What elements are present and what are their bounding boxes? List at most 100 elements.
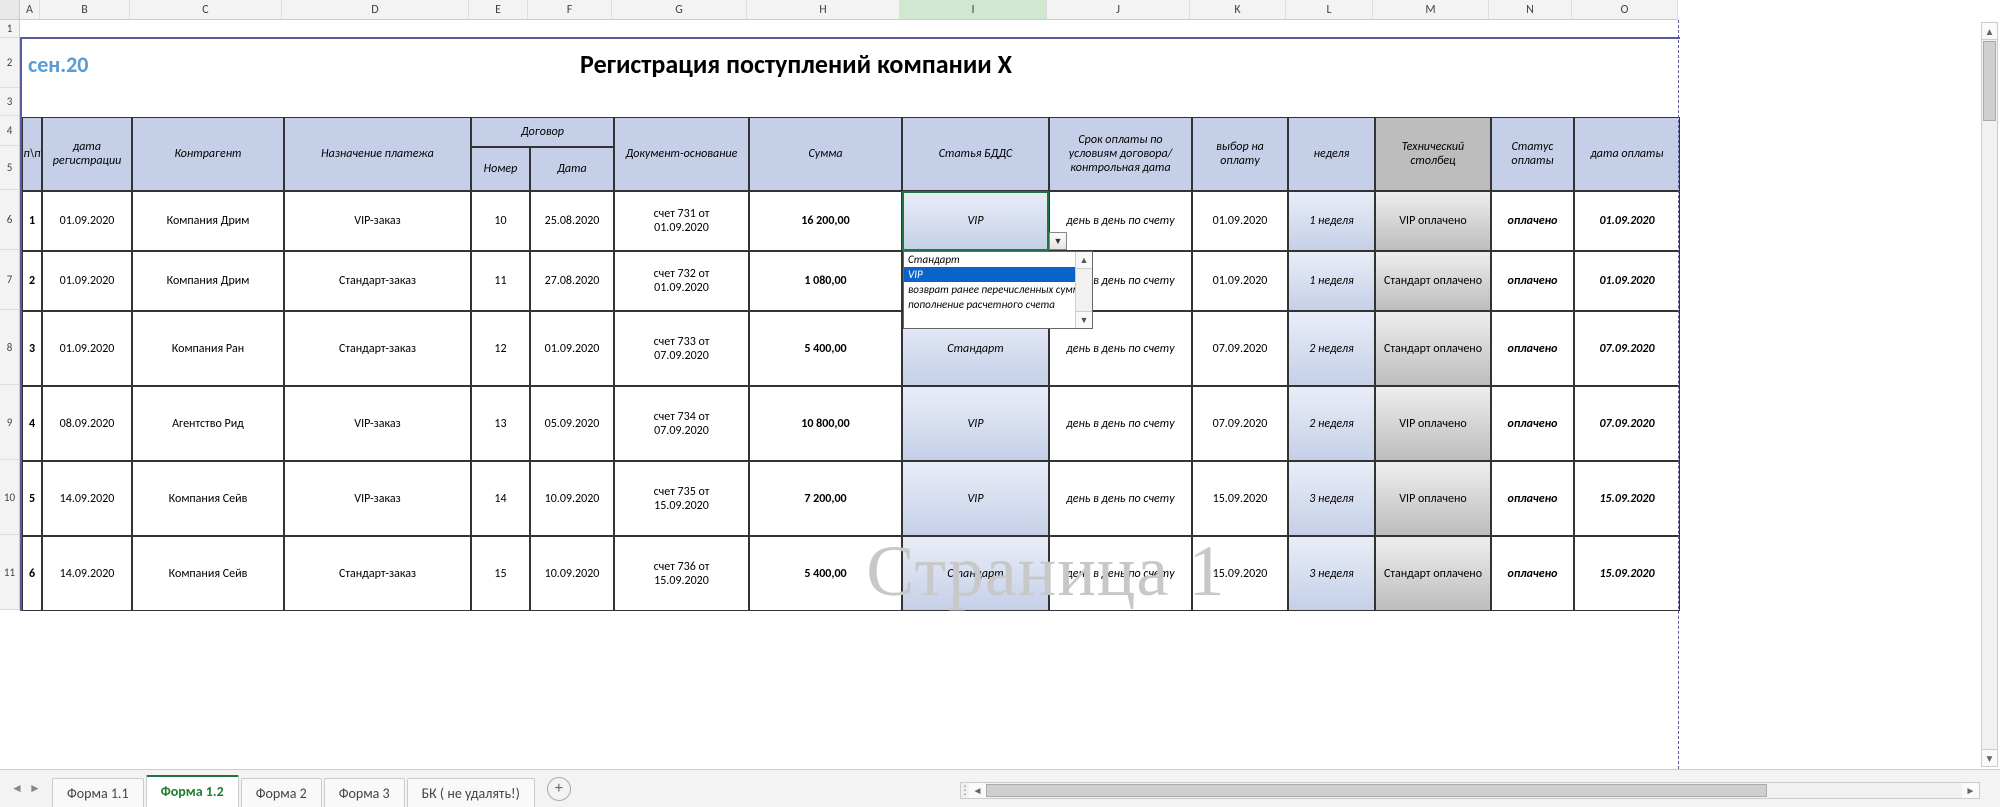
worksheet-area[interactable]: Страница 1 сен.20 Регистрация поступлени… [20,20,2000,769]
cell-week[interactable]: 2 неделя [1288,386,1375,461]
sheet-tab[interactable]: Форма 1.1 [52,778,144,807]
scroll-left-icon[interactable]: ◄ [969,783,986,798]
row-header-6[interactable]: 6 [0,190,19,250]
scroll-up-icon[interactable]: ▲ [1982,23,1997,40]
col-header-J[interactable]: J [1047,0,1190,19]
cell-contract-date[interactable]: 05.09.2020 [530,386,614,461]
cell-counterparty[interactable]: Компания Сейв [132,461,284,536]
cell-tech[interactable]: VIP оплачено [1375,386,1491,461]
dropdown-option[interactable]: VIP [904,267,1092,282]
cell-tech[interactable]: Стандарт оплачено [1375,251,1491,311]
cell-counterparty[interactable]: Компания Дрим [132,251,284,311]
cell-purpose[interactable]: VIP-заказ [284,461,471,536]
cell-n[interactable]: 1 [22,191,42,251]
tab-prev-icon[interactable]: ◄ [10,782,24,796]
cell-tech[interactable]: VIP оплачено [1375,461,1491,536]
cell-contract-date[interactable]: 10.09.2020 [530,536,614,611]
cell-n[interactable]: 3 [22,311,42,386]
horizontal-scrollbar[interactable]: ⋮ ◄ ► [960,782,1980,799]
col-header-H[interactable]: H [747,0,900,19]
cell-pay-date[interactable]: 15.09.2020 [1574,536,1680,611]
chevron-down-icon[interactable]: ▼ [1076,311,1092,328]
add-sheet-button[interactable]: + [547,777,571,801]
cell-bdds[interactable]: VIP [902,461,1049,536]
row-header-8[interactable]: 8 [0,310,19,385]
cell-contract-num[interactable]: 11 [471,251,530,311]
select-all-corner[interactable] [0,0,20,19]
cell-tech[interactable]: VIP оплачено [1375,191,1491,251]
col-header-B[interactable]: B [40,0,130,19]
cell-bdds[interactable]: VIP▼СтандартVIPвозврат ранее перечисленн… [902,191,1049,251]
col-header-F[interactable]: F [528,0,612,19]
cell-tech[interactable]: Стандарт оплачено [1375,311,1491,386]
cell-status[interactable]: оплачено [1491,461,1574,536]
cell-counterparty[interactable]: Компания Ран [132,311,284,386]
row-header-7[interactable]: 7 [0,250,19,310]
cell-choice[interactable]: 07.09.2020 [1192,386,1288,461]
row-header-2[interactable]: 2 [0,38,19,88]
dropdown-option[interactable]: пополнение расчетного счета [904,297,1092,312]
dropdown-option[interactable]: Стандарт [904,252,1092,267]
cell-status[interactable]: оплачено [1491,386,1574,461]
cell-purpose[interactable]: Стандарт-заказ [284,251,471,311]
cell-reg-date[interactable]: 01.09.2020 [42,251,132,311]
cell-purpose[interactable]: VIP-заказ [284,386,471,461]
col-header-N[interactable]: N [1489,0,1572,19]
cell-doc[interactable]: счет 736 от15.09.2020 [614,536,749,611]
cell-sum[interactable]: 16 200,00 [749,191,902,251]
cell-doc[interactable]: счет 731 от01.09.2020 [614,191,749,251]
cell-n[interactable]: 4 [22,386,42,461]
row-header-1[interactable]: 1 [0,20,19,38]
cell-reg-date[interactable]: 14.09.2020 [42,536,132,611]
cell-choice[interactable]: 07.09.2020 [1192,311,1288,386]
cell-reg-date[interactable]: 01.09.2020 [42,191,132,251]
cell-counterparty[interactable]: Агентство Рид [132,386,284,461]
cell-contract-num[interactable]: 13 [471,386,530,461]
cell-pay-date[interactable]: 07.09.2020 [1574,386,1680,461]
col-header-D[interactable]: D [282,0,469,19]
cell-bdds[interactable]: Стандарт [902,536,1049,611]
cell-week[interactable]: 2 неделя [1288,311,1375,386]
cell-doc[interactable]: счет 734 от07.09.2020 [614,386,749,461]
cell-pay-date[interactable]: 01.09.2020 [1574,251,1680,311]
cell-week[interactable]: 3 неделя [1288,536,1375,611]
col-header-I[interactable]: I [900,0,1047,19]
cell-term[interactable]: день в день по счету [1049,386,1192,461]
col-header-C[interactable]: C [130,0,282,19]
scroll-down-icon[interactable]: ▼ [1982,749,1997,766]
row-header-3[interactable]: 3 [0,88,19,116]
cell-pay-date[interactable]: 15.09.2020 [1574,461,1680,536]
cell-sum[interactable]: 5 400,00 [749,536,902,611]
sheet-tab[interactable]: Форма 3 [324,778,405,807]
chevron-up-icon[interactable]: ▲ [1076,252,1092,269]
cell-status[interactable]: оплачено [1491,251,1574,311]
cell-counterparty[interactable]: Компания Дрим [132,191,284,251]
cell-sum[interactable]: 7 200,00 [749,461,902,536]
col-header-A[interactable]: A [20,0,40,19]
vscroll-thumb[interactable] [1983,41,1996,121]
cell-contract-num[interactable]: 10 [471,191,530,251]
row-header-11[interactable]: 11 [0,535,19,610]
cell-week[interactable]: 1 неделя [1288,251,1375,311]
sheet-tab[interactable]: Форма 1.2 [146,775,239,807]
cell-contract-date[interactable]: 01.09.2020 [530,311,614,386]
cell-contract-date[interactable]: 10.09.2020 [530,461,614,536]
col-header-K[interactable]: K [1190,0,1286,19]
cell-contract-num[interactable]: 15 [471,536,530,611]
cell-choice[interactable]: 01.09.2020 [1192,191,1288,251]
cell-contract-num[interactable]: 14 [471,461,530,536]
cell-pay-date[interactable]: 01.09.2020 [1574,191,1680,251]
cell-reg-date[interactable]: 14.09.2020 [42,461,132,536]
cell-status[interactable]: оплачено [1491,191,1574,251]
cell-contract-num[interactable]: 12 [471,311,530,386]
cell-purpose[interactable]: Стандарт-заказ [284,536,471,611]
cell-week[interactable]: 1 неделя [1288,191,1375,251]
row-header-4[interactable]: 4 [0,116,19,146]
cell-purpose[interactable]: Стандарт-заказ [284,311,471,386]
col-header-L[interactable]: L [1286,0,1373,19]
cell-term[interactable]: день в день по счету [1049,461,1192,536]
hscroll-thumb[interactable] [986,784,1767,797]
cell-status[interactable]: оплачено [1491,536,1574,611]
cell-contract-date[interactable]: 25.08.2020 [530,191,614,251]
cell-choice[interactable]: 15.09.2020 [1192,461,1288,536]
